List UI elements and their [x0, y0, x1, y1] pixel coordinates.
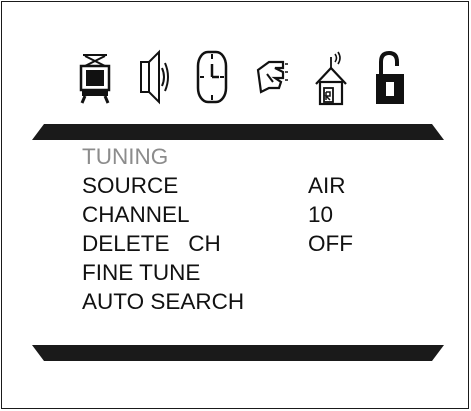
- menu-item-value: OFF: [308, 231, 353, 256]
- osd-window: TUNING SOURCE AIR CHANNEL 10 DELETE CH O…: [1, 1, 469, 409]
- menu-item-channel[interactable]: CHANNEL 10: [82, 200, 422, 229]
- menu-item-delete-ch[interactable]: DELETE CH OFF: [82, 229, 422, 258]
- menu-item-label: CHANNEL: [82, 202, 190, 227]
- footer-divider-bar: [32, 345, 444, 361]
- house-antenna-icon[interactable]: [314, 48, 348, 120]
- menu-item-source[interactable]: SOURCE AIR: [82, 171, 422, 200]
- tv-picture-icon[interactable]: [78, 48, 112, 120]
- menu-item-value: AIR: [308, 173, 346, 198]
- menu-item-label: FINE TUNE: [82, 260, 201, 285]
- menu-title-row: TUNING: [82, 142, 422, 171]
- menu-title: TUNING: [82, 144, 169, 169]
- hand-function-icon[interactable]: [255, 48, 289, 120]
- menu-item-value: 10: [308, 202, 334, 227]
- menu-icon-bar: [78, 48, 408, 120]
- menu-item-label: AUTO SEARCH: [82, 289, 245, 314]
- header-divider-bar: [32, 124, 444, 140]
- speaker-sound-icon[interactable]: [137, 48, 171, 120]
- menu-item-label: SOURCE: [82, 173, 179, 198]
- padlock-unlocked-icon[interactable]: [373, 48, 407, 120]
- tuning-menu: TUNING SOURCE AIR CHANNEL 10 DELETE CH O…: [82, 142, 422, 316]
- clock-time-icon[interactable]: [195, 48, 229, 120]
- menu-item-auto-search[interactable]: AUTO SEARCH: [82, 287, 422, 316]
- menu-item-fine-tune[interactable]: FINE TUNE: [82, 258, 422, 287]
- menu-item-label: DELETE CH: [82, 231, 221, 256]
